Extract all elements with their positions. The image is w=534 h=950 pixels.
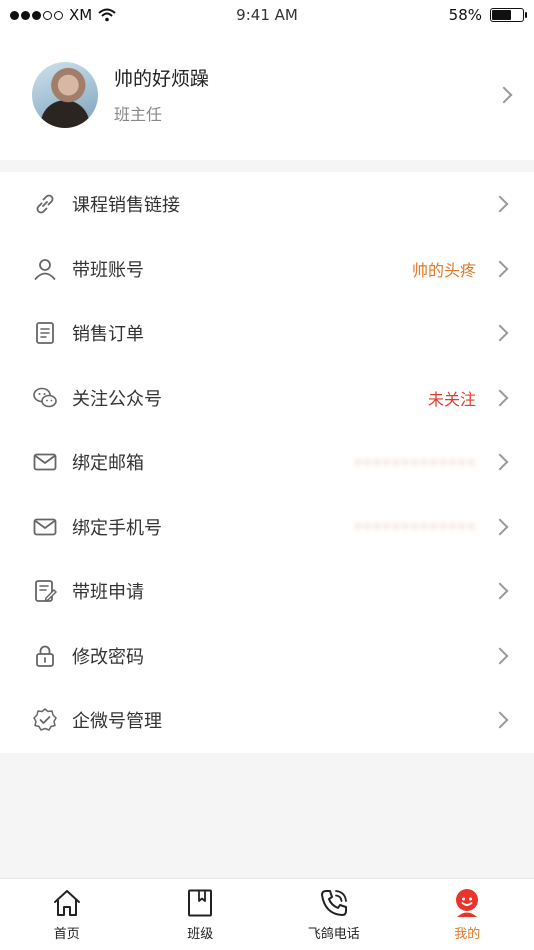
chevron-right-icon [491,453,509,471]
menu-item-label: 绑定邮箱 [72,453,144,475]
tab-phone[interactable]: 飞鸽电话 [267,879,401,950]
menu-item[interactable]: 带班账号 帅的头疼 [0,237,534,302]
chevron-right-icon [491,647,509,665]
home-icon [51,887,83,919]
battery-percent: 58% [448,6,482,24]
edit-document-icon [32,578,58,604]
redacted-value: ••••••••••••• [353,517,476,537]
link-icon [32,191,58,217]
menu-item[interactable]: 绑定手机号 ••••••••••••• [0,495,534,560]
menu-item[interactable]: 绑定邮箱 ••••••••••••• [0,430,534,495]
signal-strength-icon [10,10,63,20]
menu-item-label: 课程销售链接 [72,195,180,217]
tab-profile-avatar[interactable]: 我的 [401,879,534,950]
battery-icon [490,8,527,22]
chevron-right-icon [495,86,513,104]
menu-item[interactable]: 带班申请 [0,559,534,624]
chevron-right-icon [491,324,509,342]
chevron-right-icon [491,260,509,278]
menu-item[interactable]: 企微号管理 [0,688,534,753]
chevron-right-icon [491,389,509,407]
menu-item-label: 带班账号 [72,259,144,281]
menu-item-value: 未关注 [427,389,476,409]
document-icon [32,320,58,346]
menu-item[interactable]: 关注公众号 未关注 [0,366,534,431]
lock-icon [32,643,58,669]
tab-home[interactable]: 首页 [0,879,134,950]
menu-item-label: 销售订单 [72,324,144,346]
user-icon [32,256,58,282]
status-bar: XM 58% [0,0,534,30]
carrier-label: XM [69,6,93,24]
phone-icon [318,887,350,919]
bookmark-book-icon [184,887,216,919]
avatar [32,62,98,128]
status-left: XM [10,6,116,24]
menu-item-label: 修改密码 [72,646,144,668]
tab-label: 我的 [454,927,481,942]
profile-row[interactable]: 帅的好烦躁 班主任 [0,30,534,160]
wifi-icon [98,8,116,22]
profile-avatar-icon [451,887,483,919]
chevron-right-icon [491,582,509,600]
menu-item-label: 带班申请 [72,582,144,604]
menu-item-label: 绑定手机号 [72,517,162,539]
wechat-icon [32,385,58,411]
chevron-right-icon [491,711,509,729]
badge-check-icon [32,707,58,733]
tab-label: 首页 [53,927,80,942]
mail-icon [32,514,58,540]
status-right: 58% [448,6,527,24]
menu-item[interactable]: 修改密码 [0,624,534,689]
menu-item-label: 关注公众号 [72,388,162,410]
battery-level [492,10,511,20]
menu-item[interactable]: 课程销售链接 [0,172,534,237]
mail-icon [32,449,58,475]
redacted-value: ••••••••••••• [353,452,476,472]
tab-label: 班级 [187,927,214,942]
profile-text: 帅的好烦躁 班主任 [114,65,498,125]
tab-label: 飞鸽电话 [307,927,360,942]
profile-role: 班主任 [114,105,163,124]
chevron-right-icon [491,518,509,536]
menu-item[interactable]: 销售订单 [0,301,534,366]
profile-name: 帅的好烦躁 [114,68,210,90]
tab-bookmark-book[interactable]: 班级 [134,879,268,950]
tab-bar: 首页 班级 飞鸽电话 我的 [0,878,534,950]
settings-menu: 课程销售链接 带班账号 帅的头疼销售订单关注公众号 未关注绑定邮箱 ••••••••••… [0,172,534,753]
menu-item-value: 帅的头疼 [411,260,476,280]
menu-item-label: 企微号管理 [72,711,162,733]
chevron-right-icon [491,195,509,213]
